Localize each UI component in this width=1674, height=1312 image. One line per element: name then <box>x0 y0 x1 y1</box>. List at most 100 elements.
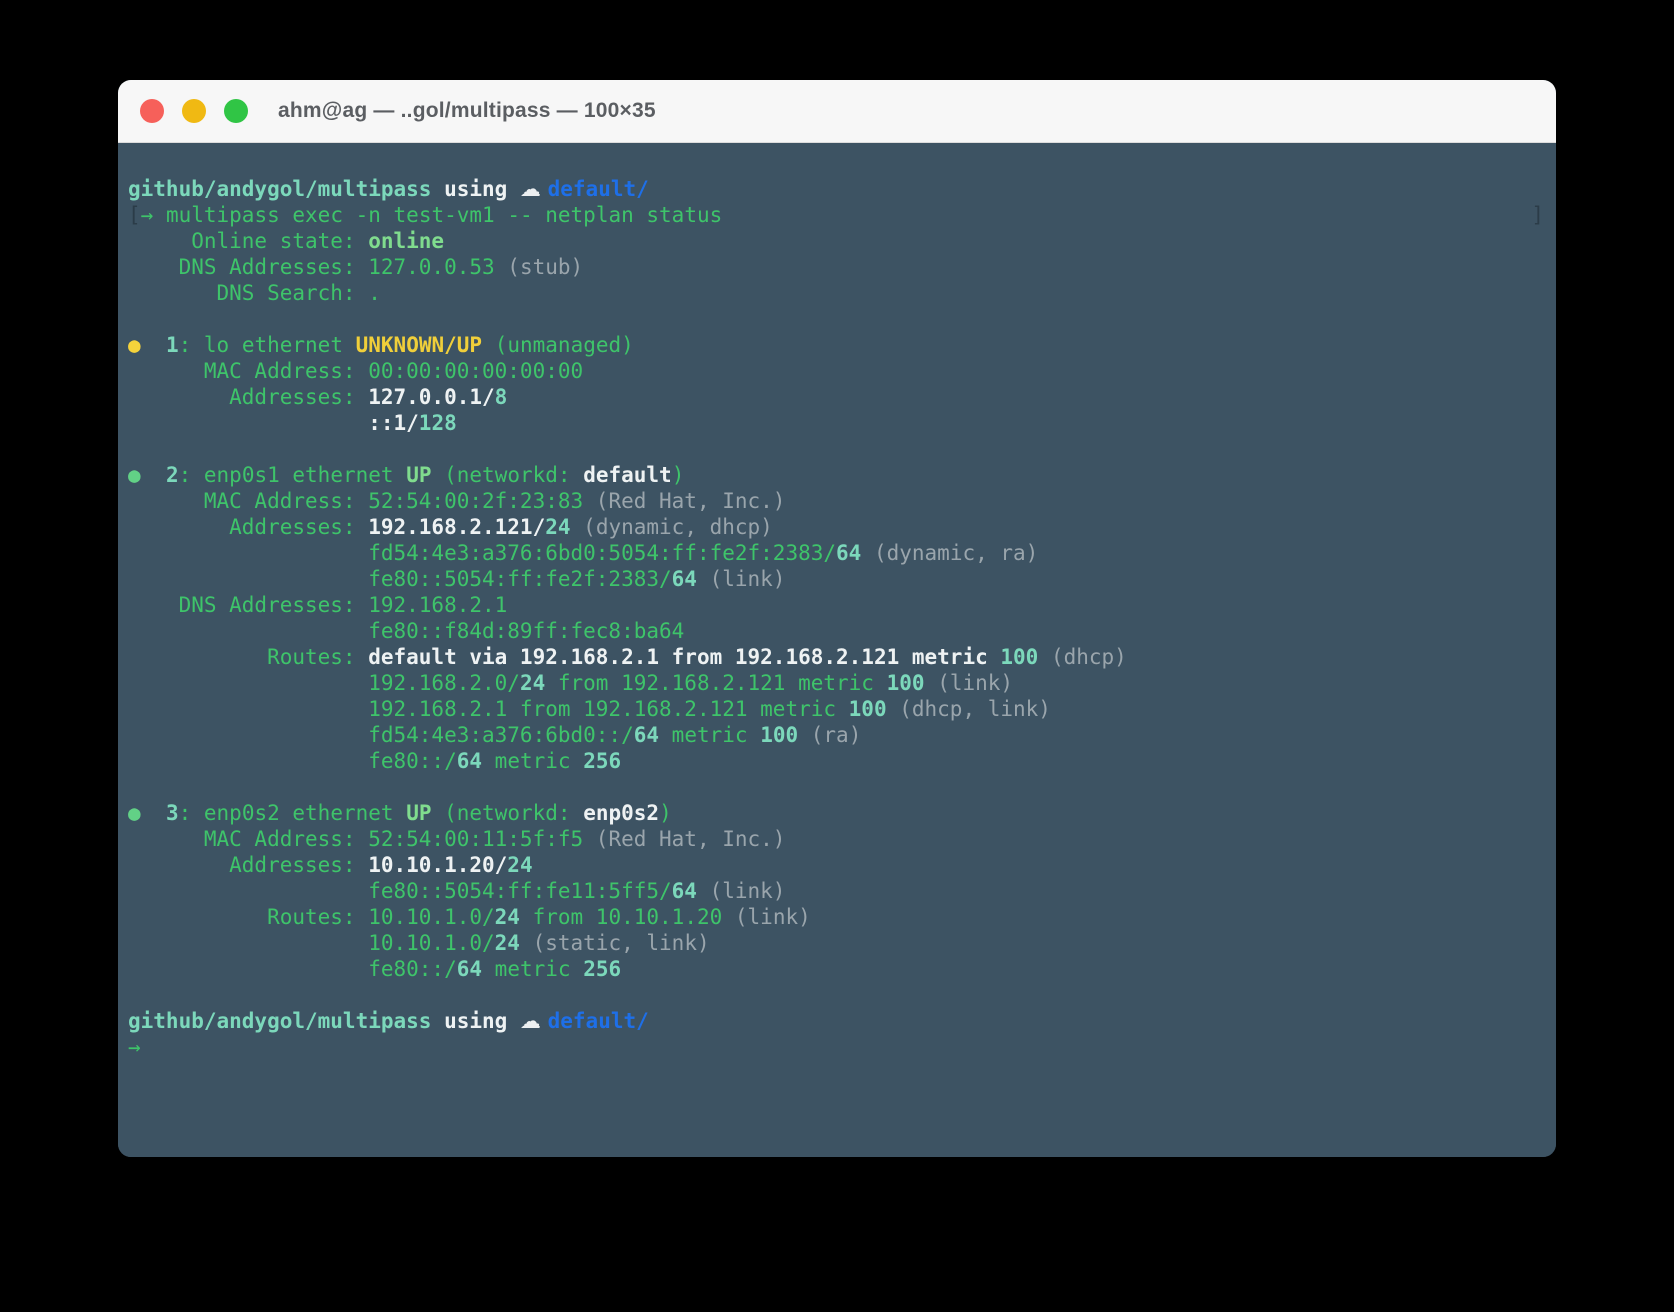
terminal-text-segment <box>141 801 166 825</box>
terminal-text-segment: 24 <box>545 515 570 539</box>
prompt-arrow: → <box>141 202 166 228</box>
zoom-button[interactable] <box>224 99 248 123</box>
terminal-line: fd54:4e3:a376:6bd0:5054:ff:fe2f:2383/64 … <box>128 540 1544 566</box>
terminal-line: Routes: default via 192.168.2.1 from 192… <box>128 644 1544 670</box>
terminal-line: fe80::/64 metric 256 <box>128 956 1544 982</box>
terminal-line: 10.10.1.0/24 (static, link) <box>128 930 1544 956</box>
terminal-text-segment: 10.10.1.0/ <box>128 931 495 955</box>
terminal-line: Routes: 10.10.1.0/24 from 10.10.1.20 (li… <box>128 904 1544 930</box>
terminal-line <box>128 774 1544 800</box>
terminal-text-segment: enp0s2 <box>583 801 659 825</box>
terminal-text-segment: 192.168.2.121/ <box>368 515 545 539</box>
terminal-text-segment: 64 <box>634 723 659 747</box>
terminal-text-segment: (Red Hat, Inc.) <box>596 489 786 513</box>
terminal-text-segment: default/ <box>548 177 649 201</box>
command-text: multipass exec -n test-vm1 -- netplan st… <box>166 202 722 228</box>
terminal-text-segment: fe80::/ <box>128 749 457 773</box>
terminal-line: Addresses: 192.168.2.121/24 (dynamic, dh… <box>128 514 1544 540</box>
terminal-line: ::1/128 <box>128 410 1544 436</box>
terminal-text-segment: fd54:4e3:a376:6bd0:5054:ff:fe2f:2383/ <box>128 541 836 565</box>
terminal-text-segment: 24 <box>507 853 532 877</box>
terminal-text-segment: ) <box>659 801 672 825</box>
terminal-text-segment: 127.0.0.1/ <box>368 385 494 409</box>
terminal-line: ● 1: lo ethernet UNKNOWN/UP (unmanaged) <box>128 332 1544 358</box>
terminal-line: MAC Address: 52:54:00:11:5f:f5 (Red Hat,… <box>128 826 1544 852</box>
terminal-line: [→ multipass exec -n test-vm1 -- netplan… <box>128 202 1544 228</box>
minimize-button[interactable] <box>182 99 206 123</box>
terminal-text-segment: 64 <box>457 957 482 981</box>
terminal-text-segment: (stub) <box>507 255 583 279</box>
terminal-text-segment: 64 <box>672 567 697 591</box>
terminal-line: → <box>128 1034 1544 1060</box>
terminal-line: Online state: online <box>128 228 1544 254</box>
prompt-arrow: → <box>128 1035 141 1059</box>
terminal-text-segment: (ra) <box>798 723 861 747</box>
terminal-text-segment: Online state: <box>128 229 368 253</box>
terminal-text-segment: (networkd: <box>431 801 583 825</box>
terminal-text-segment: 24 <box>495 931 520 955</box>
terminal-text-segment: (dynamic, ra) <box>861 541 1038 565</box>
terminal-text-segment: 3 <box>166 801 179 825</box>
terminal-text-segment <box>141 333 166 357</box>
terminal-text-segment: (link) <box>697 567 786 591</box>
terminal-text-segment: UP <box>406 463 431 487</box>
terminal-text-segment: (dhcp) <box>1038 645 1127 669</box>
terminal-text-segment: UP <box>406 801 431 825</box>
terminal-text-segment: 100 <box>887 671 925 695</box>
terminal-text-segment: github/andygol/multipass <box>128 177 444 201</box>
terminal-text-segment: 100 <box>849 697 887 721</box>
terminal-text-segment: fe80::f84d:89ff:fec8:ba64 <box>128 619 684 643</box>
terminal-line: ● 2: enp0s1 ethernet UP (networkd: defau… <box>128 462 1544 488</box>
terminal-line: fe80::/64 metric 256 <box>128 748 1544 774</box>
terminal-text-segment: metric <box>482 957 583 981</box>
terminal-text-segment: UNKNOWN/UP <box>356 333 482 357</box>
terminal-text-segment: from 192.168.2.121 metric <box>545 671 886 695</box>
window-titlebar[interactable]: ahm@ag — ..gol/multipass — 100×35 <box>118 80 1556 143</box>
terminal-line: fe80::5054:ff:fe11:5ff5/64 (link) <box>128 878 1544 904</box>
left-prompt-bracket: [ <box>128 202 141 228</box>
terminal-text-segment: 10.10.1.20/ <box>368 853 507 877</box>
terminal-text-segment: Addresses: <box>128 515 368 539</box>
terminal-line: DNS Addresses: 192.168.2.1 <box>128 592 1544 618</box>
terminal-text-segment: 192.168.2.1 from 192.168.2.121 metric <box>128 697 849 721</box>
terminal-text-segment: metric <box>482 749 583 773</box>
terminal-text-segment: Routes: <box>128 645 368 669</box>
terminal-text-segment: Addresses: <box>128 853 368 877</box>
terminal-text-segment: using <box>444 1009 520 1033</box>
terminal-text-segment: using <box>444 177 520 201</box>
close-button[interactable] <box>140 99 164 123</box>
terminal-line: fe80::5054:ff:fe2f:2383/64 (link) <box>128 566 1544 592</box>
window-title: ahm@ag — ..gol/multipass — 100×35 <box>278 99 656 123</box>
terminal-line: fd54:4e3:a376:6bd0::/64 metric 100 (ra) <box>128 722 1544 748</box>
cloud-icon: ☁ <box>520 177 548 201</box>
status-dot: ● <box>128 333 141 357</box>
terminal-line: github/andygol/multipass using ☁ default… <box>128 1008 1544 1034</box>
terminal-text-segment: default <box>583 463 672 487</box>
terminal-line: DNS Search: . <box>128 280 1544 306</box>
terminal-text-segment: Addresses: <box>128 385 368 409</box>
terminal-text-segment: fe80::5054:ff:fe2f:2383/ <box>128 567 672 591</box>
terminal-text-segment <box>128 411 368 435</box>
terminal-line <box>128 982 1544 1008</box>
terminal-line: Addresses: 127.0.0.1/8 <box>128 384 1544 410</box>
terminal-text-segment: 2 <box>166 463 179 487</box>
status-dot: ● <box>128 463 141 487</box>
status-dot: ● <box>128 801 141 825</box>
terminal-text-segment: 256 <box>583 749 621 773</box>
terminal-text-segment: 100 <box>1000 645 1038 669</box>
terminal-text-segment: (Red Hat, Inc.) <box>596 827 786 851</box>
terminal-line: Addresses: 10.10.1.20/24 <box>128 852 1544 878</box>
terminal-text-segment: 8 <box>495 385 508 409</box>
terminal-line <box>128 436 1544 462</box>
terminal-text-segment: 24 <box>520 671 545 695</box>
terminal-text-segment: (link) <box>925 671 1014 695</box>
right-prompt-bracket: ] <box>1531 202 1544 228</box>
terminal-line: fe80::f84d:89ff:fec8:ba64 <box>128 618 1544 644</box>
terminal-text-segment: 1 <box>166 333 179 357</box>
terminal-text-segment: 24 <box>495 905 520 929</box>
terminal-text-segment: 64 <box>836 541 861 565</box>
terminal-text-segment: DNS Addresses: 127.0.0.53 <box>128 255 507 279</box>
terminal-text-segment: 64 <box>672 879 697 903</box>
terminal-content[interactable]: github/andygol/multipass using ☁ default… <box>118 143 1556 1157</box>
terminal-line: 192.168.2.0/24 from 192.168.2.121 metric… <box>128 670 1544 696</box>
